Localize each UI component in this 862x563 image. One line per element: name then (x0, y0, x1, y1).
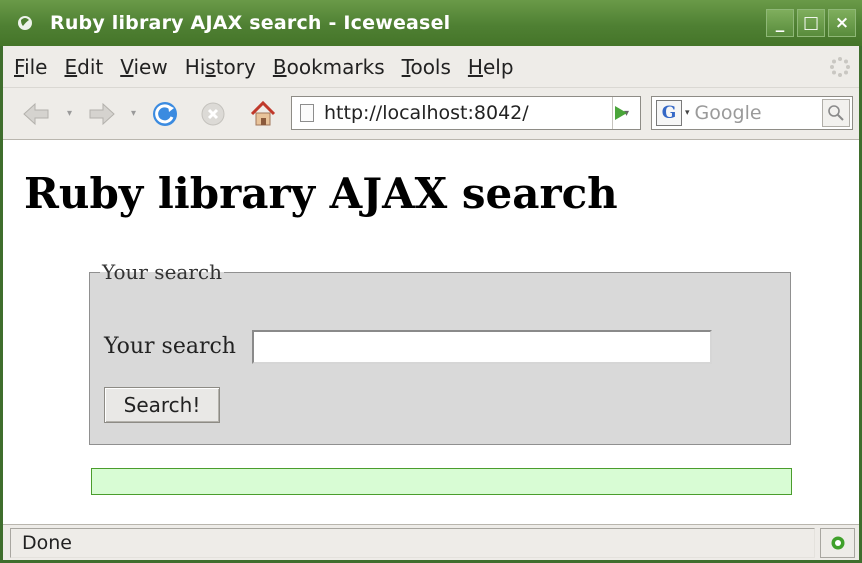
page-heading: Ruby library AJAX search (24, 169, 618, 218)
results-box (91, 468, 792, 495)
fieldset-legend: Your search (102, 260, 222, 284)
engine-dropdown-icon[interactable]: ▾ (685, 108, 690, 118)
search-field-label: Your search (104, 334, 236, 359)
maximize-button[interactable]: □ (797, 9, 825, 37)
menu-tools-label: ools (410, 54, 451, 79)
search-placeholder[interactable]: Google (695, 102, 822, 124)
menu-file-accel: F (14, 54, 25, 79)
menu-file[interactable]: File (14, 55, 47, 79)
status-text: Done (10, 528, 815, 558)
go-button-icon[interactable] (610, 102, 632, 124)
window-controls: _ □ × (766, 9, 856, 37)
menu-history-accel: s (205, 54, 216, 79)
menu-help-label: elp (482, 54, 514, 79)
browser-window: Ruby library AJAX search - Iceweasel _ □… (0, 0, 862, 563)
reload-icon[interactable] (151, 100, 179, 128)
menu-edit-accel: E (64, 54, 78, 79)
page-content: Ruby library AJAX search Your search You… (3, 141, 859, 524)
menu-bookmarks[interactable]: Bookmarks (273, 55, 385, 79)
search-fieldset: Your search Your search Search! (89, 260, 791, 445)
menu-help[interactable]: Help (468, 55, 514, 79)
home-icon[interactable] (249, 100, 277, 128)
forward-arrow-icon[interactable] (88, 100, 116, 128)
title-bar[interactable]: Ruby library AJAX search - Iceweasel _ □… (0, 0, 862, 46)
menu-help-accel: H (467, 54, 483, 79)
magnifier-icon[interactable] (822, 99, 850, 127)
page-icon (300, 104, 314, 122)
menu-history-label: tory (215, 54, 256, 79)
search-button[interactable]: Search! (104, 387, 220, 423)
window-title: Ruby library AJAX search - Iceweasel (50, 12, 451, 34)
menu-edit-label: dit (77, 54, 104, 79)
menu-bookmarks-label: ookmarks (286, 54, 385, 79)
menu-bar: File Edit View History Bookmarks Tools H… (3, 46, 859, 88)
menu-edit[interactable]: Edit (64, 55, 103, 79)
iceweasel-logo-icon (14, 12, 36, 34)
stop-icon[interactable] (199, 100, 227, 128)
minimize-button[interactable]: _ (766, 9, 794, 37)
forward-dropdown-icon[interactable]: ▾ (131, 109, 139, 119)
url-text[interactable]: http://localhost:8042/ (324, 102, 529, 124)
menu-bookmarks-accel: B (272, 54, 287, 79)
url-bar[interactable]: http://localhost:8042/ ▾ (291, 96, 641, 130)
status-bar: Done (3, 524, 859, 560)
google-engine-icon[interactable]: G (656, 100, 682, 126)
menu-view-label: iew (133, 54, 168, 79)
menu-file-label: ile (24, 54, 48, 79)
back-dropdown-icon[interactable]: ▾ (67, 109, 75, 119)
menu-tools[interactable]: Tools (402, 55, 451, 79)
menu-history[interactable]: History (185, 55, 256, 79)
menu-view-accel: V (120, 54, 134, 79)
close-button[interactable]: × (828, 9, 856, 37)
connection-ok-icon (820, 528, 855, 558)
throbber-icon (829, 56, 851, 78)
back-arrow-icon[interactable] (22, 100, 50, 128)
menu-history-prefix: Hi (184, 54, 206, 79)
search-bar[interactable]: G ▾ Google (651, 96, 853, 130)
search-input[interactable] (252, 330, 712, 364)
menu-view[interactable]: View (120, 55, 167, 79)
